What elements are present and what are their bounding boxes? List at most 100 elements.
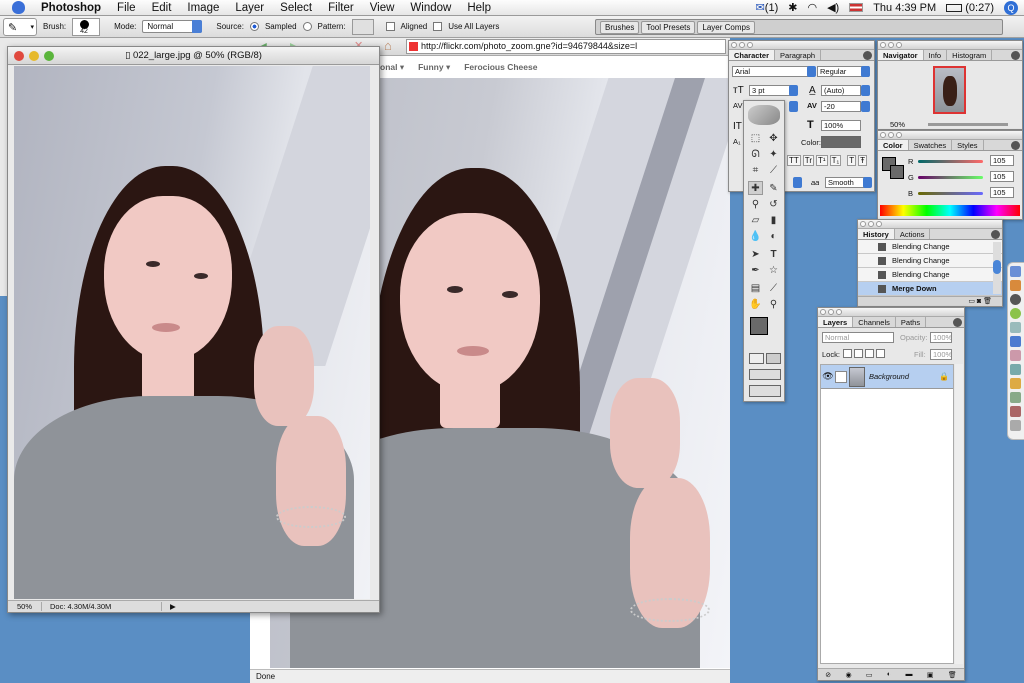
clock[interactable]: Thu 4:39 PM [873, 2, 936, 14]
dock-app-icon[interactable] [1010, 294, 1021, 305]
dock-app-icon[interactable] [1010, 364, 1021, 375]
battery-status[interactable]: (0:27) [946, 2, 994, 14]
slice-tool-icon[interactable]: ⟋ [766, 163, 781, 177]
dodge-tool-icon[interactable]: ◐ [766, 229, 781, 243]
channel-b-slider[interactable] [918, 192, 983, 195]
menu-window[interactable]: Window [402, 2, 459, 14]
panel-minimize-icon[interactable] [739, 42, 745, 48]
pen-tool-icon[interactable]: ✒ [748, 263, 763, 277]
blend-mode-select[interactable]: Normal [822, 332, 894, 343]
tool-preset-picker[interactable]: ✎ ▾ [3, 17, 37, 36]
antialias-dropdown-icon[interactable] [863, 177, 872, 188]
eyedropper-tool-icon[interactable]: ⟋ [766, 281, 781, 295]
pattern-radio[interactable] [302, 22, 312, 31]
font-size-dropdown-icon[interactable] [789, 85, 798, 96]
document-canvas[interactable] [14, 66, 370, 599]
minimize-button[interactable] [29, 51, 39, 61]
document-zoom[interactable]: 50% [8, 602, 42, 611]
shape-tool-icon[interactable]: ☆ [766, 263, 781, 277]
menu-select[interactable]: Select [272, 2, 320, 14]
mail-status[interactable]: ✉(1) [756, 1, 779, 14]
jump-to-imageready-icon[interactable] [749, 385, 781, 397]
fill-field[interactable]: 100% [930, 349, 952, 360]
foreground-color-swatch[interactable] [750, 317, 768, 335]
font-family-field[interactable]: Arial [732, 66, 810, 77]
menu-help[interactable]: Help [459, 2, 499, 14]
scroll-thumb[interactable] [993, 260, 1001, 274]
tracking-field[interactable]: -20 [821, 101, 861, 112]
font-size-field[interactable]: 3 pt [749, 85, 791, 96]
color-bg-swatch[interactable] [890, 165, 904, 179]
screen-mode-icon[interactable] [749, 369, 781, 380]
notes-tool-icon[interactable]: ▤ [748, 281, 763, 295]
menu-filter[interactable]: Filter [320, 2, 362, 14]
channel-g-field[interactable]: 105 [990, 171, 1014, 182]
layer-mask-icon[interactable]: ▭ [866, 671, 873, 679]
navigator-zoom[interactable]: 50% [890, 120, 905, 129]
menu-file[interactable]: File [109, 2, 144, 14]
trash-icon[interactable] [1010, 420, 1021, 431]
zoom-button[interactable] [44, 51, 54, 61]
panel-minimize-icon[interactable] [888, 42, 894, 48]
lock-pixels-icon[interactable] [854, 349, 863, 358]
dock-app-icon[interactable] [1010, 322, 1021, 333]
tab-character[interactable]: Character [729, 50, 776, 60]
panel-minimize-icon[interactable] [888, 132, 894, 138]
new-group-icon[interactable]: ▬ [906, 671, 913, 678]
aligned-checkbox[interactable] [385, 22, 395, 31]
leading-field[interactable]: (Auto) [821, 85, 861, 96]
hand-tool-icon[interactable]: ✋ [748, 297, 763, 311]
menu-layer[interactable]: Layer [227, 2, 272, 14]
layer-name[interactable]: Background [869, 372, 939, 381]
channel-r-slider[interactable] [918, 160, 983, 163]
panel-close-icon[interactable] [880, 42, 886, 48]
layer-style-icon[interactable]: ◉ [845, 671, 851, 679]
panel-zoom-icon[interactable] [876, 221, 882, 227]
font-family-dropdown-icon[interactable] [807, 66, 816, 77]
tab-paths[interactable]: Paths [896, 317, 927, 327]
new-snapshot-icon[interactable]: ◙ [977, 298, 981, 305]
color-spectrum-bar[interactable] [880, 205, 1020, 216]
panel-close-icon[interactable] [860, 221, 866, 227]
lock-all-icon[interactable] [876, 349, 885, 358]
panel-close-icon[interactable] [880, 132, 886, 138]
menu-edit[interactable]: Edit [144, 2, 180, 14]
flag-icon[interactable] [849, 3, 864, 12]
tab-layers[interactable]: Layers [818, 317, 854, 327]
apple-menu-icon[interactable] [12, 1, 25, 14]
nav-link-funny[interactable]: Funny ▾ [418, 62, 450, 73]
history-item-selected[interactable]: Merge Down [858, 282, 1002, 296]
well-tab-brushes[interactable]: Brushes [600, 20, 640, 34]
blur-tool-icon[interactable]: 💧 [748, 229, 763, 243]
well-tab-layer-comps[interactable]: Layer Comps [697, 20, 755, 34]
panel-menu-icon[interactable] [1011, 51, 1020, 60]
trash-icon[interactable]: 🗑 [983, 298, 992, 305]
dock-app-icon[interactable] [1010, 266, 1021, 277]
type-tool-icon[interactable]: T [766, 247, 781, 261]
magic-wand-tool-icon[interactable]: ✦ [766, 147, 781, 161]
layers-scrollbar[interactable] [955, 364, 963, 664]
use-all-layers-checkbox[interactable] [433, 22, 443, 31]
text-color-swatch[interactable] [821, 136, 861, 148]
adjustment-layer-icon[interactable]: ◐ [887, 671, 891, 678]
bluetooth-icon[interactable]: ✱ [788, 1, 797, 14]
tracking-dropdown-icon[interactable] [861, 101, 870, 112]
wifi-icon[interactable]: ◠ [807, 1, 817, 14]
url-field[interactable]: http://flickr.com/photo_zoom.gne?id=9467… [406, 39, 726, 54]
panel-zoom-icon[interactable] [836, 309, 842, 315]
brush-picker[interactable]: 42 [72, 17, 101, 36]
tab-swatches[interactable]: Swatches [909, 140, 953, 150]
history-scrollbar[interactable] [993, 242, 1001, 294]
tab-channels[interactable]: Channels [853, 317, 896, 327]
history-item[interactable]: Blending Change [858, 268, 1002, 282]
panel-menu-icon[interactable] [953, 318, 962, 327]
clone-stamp-tool-icon[interactable]: ⚲ [748, 197, 763, 211]
style-underline-button[interactable]: T [847, 155, 857, 166]
volume-icon[interactable]: ◀) [827, 1, 839, 14]
style-all-caps-button[interactable]: TT [787, 155, 801, 166]
style-small-caps-button[interactable]: Tr [802, 155, 815, 166]
leading-dropdown-icon[interactable] [861, 85, 870, 96]
trash-icon[interactable]: 🗑 [948, 671, 957, 679]
panel-zoom-icon[interactable] [896, 132, 902, 138]
style-superscript-button[interactable]: T¹ [816, 155, 828, 166]
